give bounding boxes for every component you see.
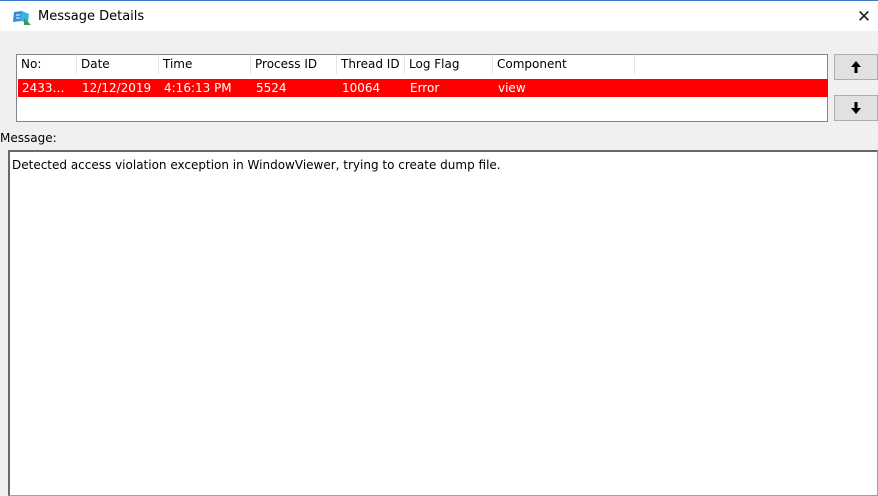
cell-time: 4:16:13 PM — [164, 81, 232, 95]
column-header-component[interactable]: Component — [493, 55, 635, 74]
column-header-no[interactable]: No: — [17, 55, 77, 74]
cell-log-flag: Error — [410, 81, 440, 95]
previous-message-button[interactable] — [834, 54, 878, 80]
list-header: No: Date Time Process ID Thread ID Log F… — [17, 55, 827, 75]
down-arrow-icon — [851, 102, 861, 114]
table-row[interactable]: 2433… 12/12/2019 4:16:13 PM 5524 10064 E… — [18, 79, 828, 97]
column-header-date[interactable]: Date — [77, 55, 159, 74]
cell-date: 12/12/2019 — [82, 81, 152, 95]
close-icon: ✕ — [856, 7, 872, 27]
title-bar: Message Details ✕ — [0, 0, 878, 31]
column-header-process-id[interactable]: Process ID — [251, 55, 337, 74]
cell-process-id: 5524 — [256, 81, 287, 95]
message-list[interactable]: No: Date Time Process ID Thread ID Log F… — [16, 54, 828, 122]
next-message-button[interactable] — [834, 95, 878, 121]
cell-component: view — [498, 81, 526, 95]
column-header-log-flag[interactable]: Log Flag — [405, 55, 493, 74]
window-title: Message Details — [38, 9, 145, 24]
app-icon — [13, 11, 31, 25]
up-arrow-icon — [851, 61, 861, 73]
close-button[interactable]: ✕ — [852, 5, 876, 29]
message-textbox[interactable]: Detected access violation exception in W… — [8, 150, 878, 496]
message-label: Message: — [0, 131, 57, 145]
column-header-time[interactable]: Time — [159, 55, 251, 74]
cell-thread-id: 10064 — [342, 81, 381, 95]
cell-no: 2433… — [22, 81, 65, 95]
column-header-thread-id[interactable]: Thread ID — [337, 55, 405, 74]
